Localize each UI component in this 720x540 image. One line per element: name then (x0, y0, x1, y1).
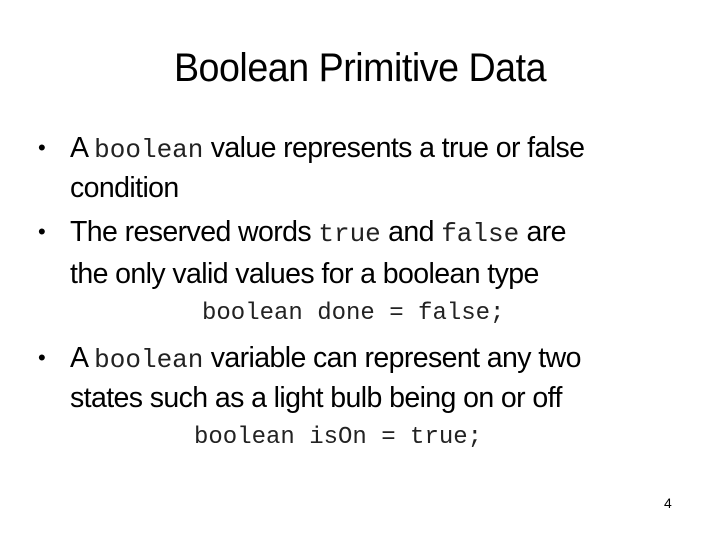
bullet-2-line-1: The reserved words true and false are (70, 212, 567, 254)
inline-code-boolean: boolean (94, 345, 204, 375)
inline-code-boolean: boolean (94, 135, 204, 165)
bullet-text: The reserved words (70, 216, 319, 248)
bullet-text: and (380, 216, 442, 248)
code-example-done: boolean done = false; (202, 300, 505, 327)
bullet-text: A (70, 342, 95, 374)
slide-title: Boolean Primitive Data (173, 46, 547, 90)
bullet-1-line-1: A boolean value represents a true or fal… (70, 128, 585, 170)
inline-code-false: false (441, 219, 520, 249)
bullet-2-line-2: the only valid values for a boolean type (70, 258, 539, 290)
bullet-3-line-2: states such as a light bulb being on or … (70, 382, 562, 414)
slide: Boolean Primitive Data • A boolean value… (0, 0, 720, 540)
page-number: 4 (664, 495, 672, 511)
bullet-1-line-2: condition (70, 172, 179, 204)
bullet-text: A (70, 132, 95, 164)
bullet-marker: • (38, 345, 46, 370)
bullet-3-line-1: A boolean variable can represent any two (70, 338, 581, 380)
bullet-text: are (519, 216, 567, 248)
bullet-marker: • (38, 135, 46, 160)
bullet-marker: • (38, 219, 46, 244)
code-example-ison: boolean isOn = true; (194, 424, 483, 451)
bullet-text: variable can represent any two (203, 342, 582, 374)
inline-code-true: true (318, 219, 381, 249)
bullet-text: value represents a true or false (203, 132, 585, 164)
